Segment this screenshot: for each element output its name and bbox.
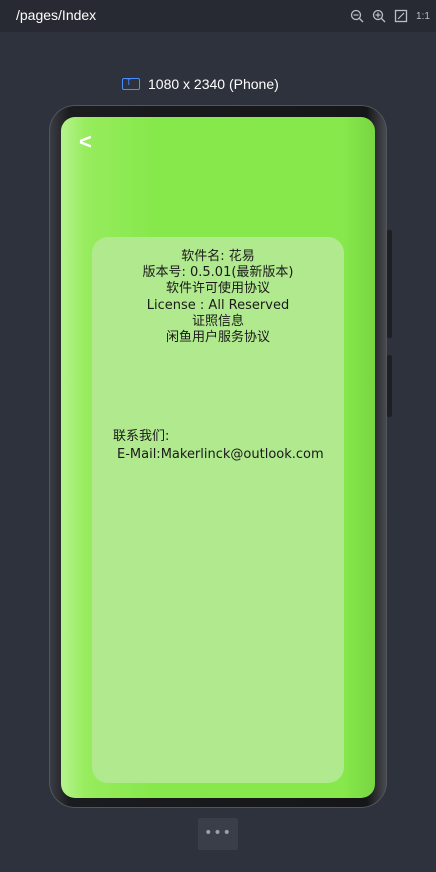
contact-section: 联系我们: E-Mail:Makerlinck@outlook.com bbox=[113, 428, 324, 463]
device-selector[interactable]: 1080 x 2340 (Phone) bbox=[122, 76, 279, 92]
actual-size-button[interactable]: 1:1 bbox=[414, 8, 432, 24]
license-text: License : All Reserved bbox=[146, 297, 290, 313]
back-button[interactable]: < bbox=[79, 129, 92, 155]
app-version-text: 版本号: 0.5.01(最新版本) bbox=[142, 265, 294, 281]
toolbar-tools: 1:1 bbox=[348, 8, 432, 24]
contact-title: 联系我们: bbox=[113, 429, 170, 444]
previewer-toolbar: /pages/Index 1:1 bbox=[0, 0, 436, 32]
about-card: 软件名: 花易 版本号: 0.5.01(最新版本) 软件许可使用协议 Licen… bbox=[92, 237, 344, 783]
user-service-agreement-link[interactable]: 闲鱼用户服务协议 bbox=[92, 330, 344, 346]
page-route-label: /pages/Index bbox=[16, 7, 97, 23]
app-name-text: 软件名: 花易 bbox=[181, 249, 255, 264]
app-info: 软件名: 花易 版本号: 0.5.01(最新版本) 软件许可使用协议 Licen… bbox=[92, 249, 344, 346]
certificate-info-link[interactable]: 证照信息 bbox=[92, 314, 344, 330]
phone-volume-button bbox=[387, 230, 392, 338]
phone-power-button bbox=[387, 355, 392, 417]
fit-screen-icon[interactable] bbox=[392, 8, 410, 24]
contact-email[interactable]: E-Mail:Makerlinck@outlook.com bbox=[113, 446, 324, 464]
more-options-button[interactable]: ••• bbox=[198, 818, 238, 850]
license-agreement-link[interactable]: 软件许可使用协议 bbox=[92, 281, 344, 297]
zoom-in-icon[interactable] bbox=[370, 8, 388, 24]
zoom-out-icon[interactable] bbox=[348, 8, 366, 24]
device-type-icon bbox=[122, 77, 140, 90]
app-screen: < 软件名: 花易 版本号: 0.5.01(最新版本) 软件许可使用协议 Lic… bbox=[61, 117, 375, 798]
device-resolution-label: 1080 x 2340 (Phone) bbox=[148, 76, 279, 92]
